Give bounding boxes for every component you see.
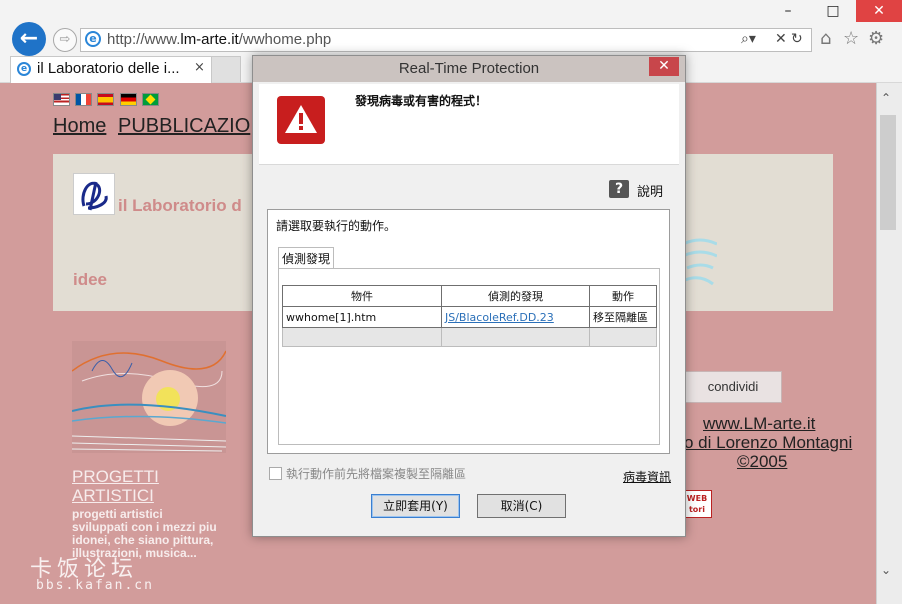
flag-us-icon[interactable] (53, 93, 70, 106)
ie-page-icon: e (85, 31, 101, 47)
settings-gear-icon[interactable]: ⚙ (868, 28, 884, 49)
nav-link-home[interactable]: Home (53, 115, 106, 138)
site-year-link[interactable]: ©2005 (737, 452, 787, 472)
favorites-star-icon[interactable]: ☆ (843, 28, 859, 49)
maximize-button[interactable]: □ (818, 0, 848, 22)
tab-title: il Laboratorio delle i... (37, 60, 180, 77)
page-scrollbar[interactable]: ⌃ ⌄ (876, 83, 902, 604)
column-header-action[interactable]: 動作 (589, 285, 657, 307)
stop-icon[interactable]: ✕ (775, 31, 787, 47)
web-badge[interactable]: WEB tori (682, 490, 712, 518)
scroll-down-icon[interactable]: ⌄ (881, 563, 891, 577)
browser-tab-active[interactable]: e il Laboratorio delle i... × (10, 56, 212, 83)
threat-name-link[interactable]: JS/BlacoleRef.DD.23 (441, 306, 590, 328)
site-author-link[interactable]: o di Lorenzo Montagni (684, 433, 852, 453)
cell-object: wwhome[1].htm (282, 306, 442, 328)
copy-to-quarantine-checkbox[interactable] (269, 467, 282, 480)
column-header-object[interactable]: 物件 (282, 285, 442, 307)
warning-message: 發現病毒或有害的程式！ (355, 94, 488, 108)
banner-wave-decoration (683, 238, 717, 286)
dialog-titlebar[interactable]: Real-Time Protection ✕ (253, 56, 685, 82)
search-dropdown-icon[interactable]: ⌕▾ (741, 31, 756, 47)
column-header-detection[interactable]: 偵測的發現 (441, 285, 590, 307)
minimize-button[interactable]: – (773, 0, 803, 22)
address-bar[interactable]: e http://www.lm-arte.it/wwhome.php ⌕▾ ✕ … (80, 28, 812, 52)
cancel-button[interactable]: 取消(C) (477, 494, 566, 518)
scrollbar-thumb[interactable] (880, 115, 896, 230)
virus-info-link[interactable]: 病毒資訊 (623, 468, 671, 485)
site-url-link[interactable]: www.LM-arte.it (703, 414, 815, 434)
realtime-protection-dialog: Real-Time Protection ✕ 發現病毒或有害的程式！ ? 說明 … (252, 55, 686, 537)
flag-es-icon[interactable] (97, 93, 114, 106)
banner-title: il Laboratorio d (118, 196, 242, 215)
home-icon[interactable]: ⌂ (820, 28, 831, 49)
forward-button[interactable]: ⇨ (53, 28, 77, 52)
scroll-up-icon[interactable]: ⌃ (881, 91, 891, 105)
flag-de-icon[interactable] (120, 93, 137, 106)
forum-watermark-url: bbs.kafan.cn (36, 578, 154, 593)
copy-to-quarantine-label: 執行動作前先將檔案複製至隔離區 (286, 467, 467, 481)
detections-table: 物件 偵測的發現 動作 wwhome[1].htm JS/BlacoleRef.… (282, 285, 657, 347)
dialog-close-button[interactable]: ✕ (649, 57, 679, 76)
window-close-button[interactable]: ✕ (856, 0, 902, 22)
flag-br-icon[interactable] (142, 93, 159, 106)
ie-tab-icon: e (17, 62, 31, 76)
flag-fr-icon[interactable] (75, 93, 92, 106)
help-link[interactable]: 說明 (637, 181, 663, 200)
table-row[interactable]: wwhome[1].htm JS/BlacoleRef.DD.23 移至隔離區 (282, 306, 657, 328)
dialog-title: Real-Time Protection (398, 60, 540, 77)
cell-action[interactable]: 移至隔離區 (589, 306, 657, 328)
projects-link[interactable]: PROGETTI ARTISTICI (72, 467, 172, 505)
banner-subtitle: idee (73, 270, 108, 289)
action-panel: 請選取要執行的動作。 偵測發現 物件 偵測的發現 動作 wwhome[1].ht… (267, 209, 670, 454)
tab-detections[interactable]: 偵測發現 (278, 247, 334, 270)
site-logo[interactable] (73, 173, 115, 215)
new-tab-button[interactable] (211, 56, 241, 82)
help-icon[interactable]: ? (609, 180, 629, 198)
detections-tab-body: 物件 偵測的發現 動作 wwhome[1].htm JS/BlacoleRef.… (278, 268, 660, 445)
warning-icon (277, 96, 325, 144)
nav-link-pubblicazioni[interactable]: PUBBLICAZIO (118, 115, 250, 138)
table-row-empty (282, 327, 657, 347)
apply-now-button[interactable]: 立即套用(Y) (371, 494, 460, 518)
back-button[interactable]: ← (12, 22, 46, 56)
url-text[interactable]: http://www.lm-arte.it/wwhome.php (107, 31, 331, 48)
refresh-icon[interactable]: ↻ (791, 31, 803, 47)
tab-close-icon[interactable]: × (194, 60, 205, 75)
action-prompt: 請選取要執行的動作。 (276, 219, 397, 233)
dialog-header: 發現病毒或有害的程式！ (259, 84, 679, 165)
artwork-thumbnail[interactable] (71, 341, 227, 453)
share-button[interactable]: condividi (684, 371, 782, 403)
